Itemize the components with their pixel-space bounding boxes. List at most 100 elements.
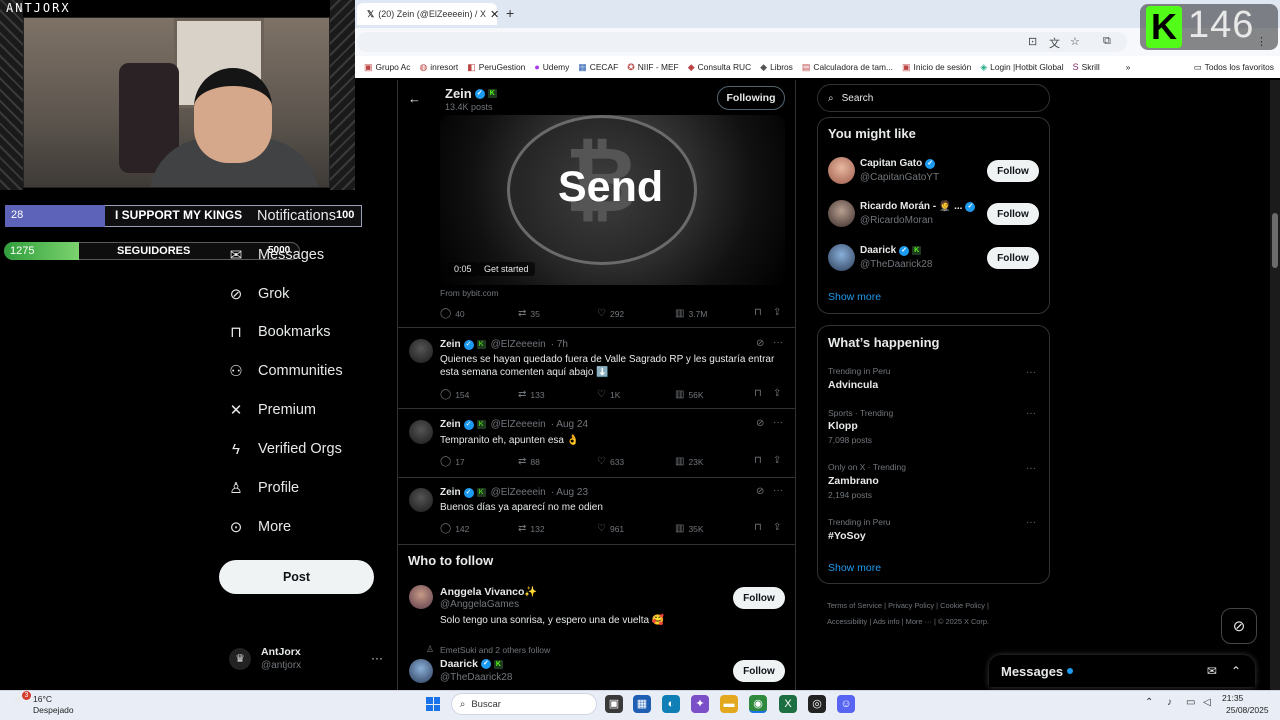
share-button[interactable]: ⇪ [773,522,781,533]
discord-icon[interactable]: ☺ [837,695,855,713]
bookmark-button[interactable]: ⊓ [754,307,762,318]
user-name-row[interactable]: Daarick ✓ K [860,245,922,256]
user-name-row[interactable]: Capitan Gato ✓ [860,158,936,169]
trend-name[interactable]: Advincula [828,379,878,391]
task-view-icon[interactable]: ▣ [605,695,623,713]
scrollbar-track[interactable] [1270,80,1280,690]
follow-button[interactable]: Follow [987,203,1039,225]
footer-link[interactable]: Cookie Policy [940,601,985,610]
nav-messages[interactable]: ✉ Messages [226,243,324,267]
grok-fab-button[interactable]: ⊘ [1221,608,1257,644]
network-icon[interactable]: ▭ [1186,697,1195,708]
more-icon[interactable]: ··· [1026,517,1036,528]
user-avatar[interactable] [409,659,433,683]
more-icon[interactable]: ··· [773,485,783,496]
views-button[interactable]: ▥ 35K [675,523,704,534]
browser-tab[interactable]: 𝕏 (20) Zein (@ElZeeeein) / X ✕ [357,3,499,25]
bookmark-item[interactable]: ▣ Grupo Ac [364,62,410,73]
account-avatar[interactable]: ♛ [229,648,251,670]
nav-premium[interactable]: ✕ Premium [226,398,316,422]
footer-link[interactable]: Privacy Policy [888,601,934,610]
nav-profile[interactable]: ♙ Profile [226,476,299,500]
scrollbar-thumb[interactable] [1272,213,1278,268]
footer-link[interactable]: Accessibility [827,617,867,626]
trend-name[interactable]: #YoSoy [828,530,866,542]
like-button[interactable]: ♡ 292 [597,308,624,319]
like-button[interactable]: ♡ 961 [597,523,624,534]
messages-dock[interactable]: Messages ✉ ⌃ [989,655,1255,687]
more-icon[interactable]: ··· [1026,367,1036,378]
reply-button[interactable]: ◯ 40 [440,308,465,319]
ad-cta-button[interactable]: Get started [478,262,535,276]
store-icon[interactable]: ▦ [633,695,651,713]
share-button[interactable]: ⇪ [773,307,781,318]
microphone-icon[interactable]: ♪ [1167,697,1172,708]
user-name-row[interactable]: Ricardo Morán - 🤵 ... ✓ [860,201,976,212]
bookmark-item[interactable]: ◆ Consulta RUC [688,62,751,73]
nav-more[interactable]: ⊙ More [226,515,291,539]
share-button[interactable]: ⇪ [773,388,781,399]
bookmark-item[interactable]: ▣ Inicio de sesión [902,62,971,73]
bookmark-item[interactable]: S Skrill [1073,62,1100,72]
bookmarks-overflow-button[interactable]: » [1126,62,1131,72]
more-icon[interactable]: ··· [1026,463,1036,474]
tray-overflow-icon[interactable]: ⌃ [1145,697,1153,708]
footer-link[interactable]: Terms of Service [827,601,882,610]
compose-message-icon[interactable]: ✉ [1207,664,1217,678]
new-tab-button[interactable]: + [506,5,514,21]
trend-name[interactable]: Klopp [828,420,858,432]
nav-bookmarks[interactable]: ⊓ Bookmarks [226,320,330,344]
copilot-icon[interactable]: ✦ [691,695,709,713]
reply-button[interactable]: ◯ 17 [440,456,465,467]
obs-icon[interactable]: ◎ [808,695,826,713]
weather-description[interactable]: Despejado [33,705,74,715]
show-more-link[interactable]: Show more [828,291,881,303]
more-icon[interactable]: ··· [773,337,783,348]
search-input[interactable]: ⌕ Search [817,84,1050,112]
follow-button[interactable]: Follow [733,587,785,609]
chrome-icon[interactable]: ◉ [749,695,767,713]
extension-icon[interactable]: ⧉ [1103,35,1111,48]
grok-icon[interactable]: ⊘ [756,338,764,349]
like-button[interactable]: ♡ 1K [597,389,620,400]
weather-temperature[interactable]: 16°C [33,694,52,704]
translate-icon[interactable]: 文 [1049,35,1060,51]
nav-verified-orgs[interactable]: ϟ Verified Orgs [226,437,342,461]
trend-name[interactable]: Zambrano [828,475,879,487]
user-name-row[interactable]: Daarick ✓ K [440,658,503,670]
windows-start-icon[interactable] [426,697,440,711]
footer-link[interactable]: Ads info [873,617,900,626]
grok-icon[interactable]: ⊘ [756,486,764,497]
share-button[interactable]: ⇪ [773,455,781,466]
account-more-button[interactable]: ··· [371,651,383,665]
like-button[interactable]: ♡ 633 [597,456,624,467]
ad-source-link[interactable]: From bybit.com [440,288,499,298]
taskbar-search[interactable]: ⌕ Buscar [451,693,597,715]
grok-icon[interactable]: ⊘ [756,418,764,429]
bookmark-item[interactable]: ◍ inresort [419,62,458,73]
nav-grok[interactable]: ⊘ Grok [226,282,290,306]
all-bookmarks-button[interactable]: ▭ Todos los favoritos [1194,62,1274,72]
excel-icon[interactable]: X [779,695,797,713]
reply-button[interactable]: ◯ 154 [440,389,469,400]
bookmark-item[interactable]: ▦ CECAF [578,62,618,73]
bookmark-button[interactable]: ⊓ [754,522,762,533]
clock-time[interactable]: 21:35 [1222,693,1243,703]
views-button[interactable]: ▥ 3.7M [675,308,707,319]
tweet-avatar[interactable] [409,339,433,363]
nav-notifications[interactable]: Notifications [257,204,336,228]
address-bar[interactable] [357,32,1127,52]
follow-button[interactable]: Follow [733,660,785,682]
following-button[interactable]: Following [717,86,785,110]
clock-date[interactable]: 25/08/2025 [1226,705,1269,715]
views-button[interactable]: ▥ 56K [675,389,704,400]
follow-button[interactable]: Follow [987,160,1039,182]
reply-button[interactable]: ◯ 142 [440,523,469,534]
more-icon[interactable]: ··· [773,417,783,428]
footer-link[interactable]: More ··· [906,617,932,626]
views-button[interactable]: ▥ 23K [675,456,704,467]
volume-icon[interactable]: ◁ [1203,697,1211,708]
user-name[interactable]: Anggela Vivanco✨ [440,585,538,598]
nav-communities[interactable]: ⚇ Communities [226,359,342,383]
bookmark-item[interactable]: ● Udemy [534,62,569,72]
